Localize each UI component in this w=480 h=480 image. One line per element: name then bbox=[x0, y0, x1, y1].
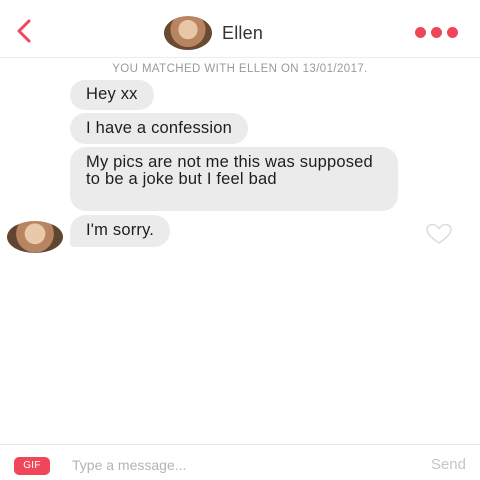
more-options-button[interactable] bbox=[415, 27, 458, 38]
like-message-button[interactable] bbox=[424, 222, 454, 246]
message-bubble: My pics are not me this was supposed to … bbox=[70, 147, 398, 211]
message-bubble: I have a confession bbox=[70, 113, 248, 144]
more-dots-icon bbox=[431, 27, 442, 38]
sender-avatar[interactable] bbox=[7, 221, 63, 253]
gif-button[interactable]: GIF bbox=[14, 457, 50, 475]
message-bubble: Hey xx bbox=[70, 80, 154, 110]
profile-link[interactable]: Ellen bbox=[164, 16, 263, 50]
message-bubble: I'm sorry. bbox=[70, 215, 171, 247]
send-button[interactable]: Send bbox=[431, 456, 466, 473]
avatar bbox=[164, 16, 212, 50]
message-composer: GIF Send bbox=[0, 444, 480, 480]
back-button[interactable] bbox=[12, 18, 38, 44]
message-input[interactable] bbox=[72, 453, 372, 477]
more-dots-icon bbox=[447, 27, 458, 38]
match-notice: YOU MATCHED WITH ELLEN ON 13/01/2017. bbox=[112, 63, 368, 75]
contact-name: Ellen bbox=[222, 22, 264, 43]
more-dots-icon bbox=[415, 27, 426, 38]
chat-header: Ellen bbox=[0, 0, 480, 58]
chevron-left-icon bbox=[17, 19, 31, 43]
heart-icon bbox=[426, 223, 452, 244]
